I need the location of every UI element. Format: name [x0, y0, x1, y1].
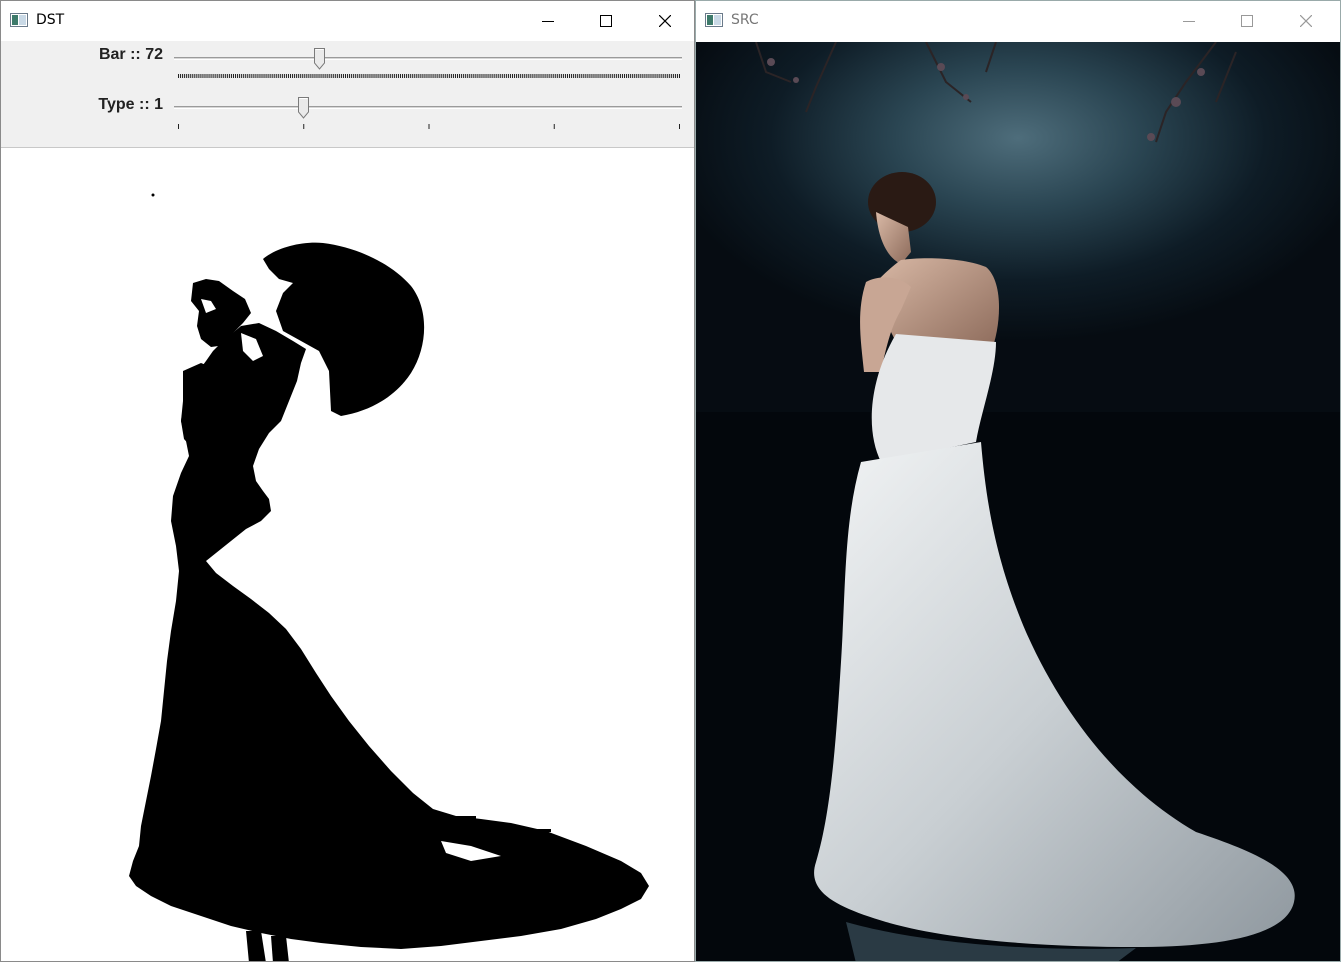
dst-window: DST Bar :: 72 Type :: 1	[0, 0, 695, 962]
trackbar-panel: Bar :: 72 Type :: 1	[1, 41, 694, 148]
maximize-icon	[1241, 15, 1253, 27]
close-icon	[659, 15, 671, 27]
bar-trackbar-label: Bar :: 72	[98, 46, 163, 63]
maximize-icon	[600, 15, 612, 27]
minimize-icon	[1183, 21, 1195, 22]
bar-trackbar-ticks	[178, 74, 680, 78]
type-trackbar-label: Type :: 1	[98, 96, 163, 113]
src-titlebar[interactable]: SRC	[696, 1, 1340, 41]
bride-photo	[696, 42, 1340, 961]
src-window-title: SRC	[731, 12, 759, 28]
bar-trackbar-thumb[interactable]	[314, 48, 326, 70]
minimize-icon	[542, 21, 554, 22]
source-photo	[696, 42, 1340, 961]
type-trackbar-ticks	[178, 124, 680, 129]
src-close-button[interactable]	[1277, 1, 1335, 41]
src-window: SRC	[695, 0, 1341, 962]
close-icon	[1300, 15, 1312, 27]
dst-titlebar[interactable]: DST	[1, 1, 694, 41]
type-trackbar-track[interactable]	[174, 106, 682, 109]
app-icon	[10, 13, 28, 27]
dst-window-title: DST	[36, 12, 65, 28]
app-icon	[705, 13, 723, 27]
silhouette-image	[129, 193, 649, 961]
dst-close-button[interactable]	[636, 1, 694, 41]
bar-trackbar-track[interactable]	[174, 57, 682, 60]
src-minimize-button[interactable]	[1160, 1, 1218, 41]
dst-minimize-button[interactable]	[519, 1, 577, 41]
dst-maximize-button[interactable]	[577, 1, 635, 41]
threshold-output-image	[1, 149, 694, 961]
type-trackbar-thumb[interactable]	[298, 97, 309, 119]
src-maximize-button[interactable]	[1218, 1, 1276, 41]
